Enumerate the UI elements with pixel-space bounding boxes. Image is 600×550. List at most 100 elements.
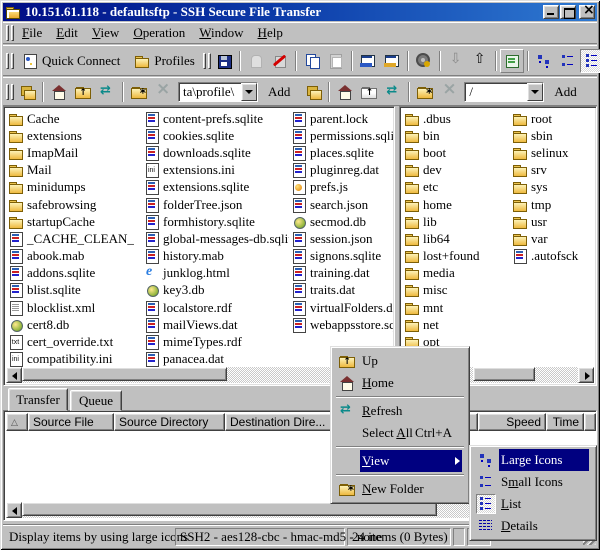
folder-item[interactable]: Mail (8, 162, 142, 179)
view-option-small-icons[interactable]: Small Icons (473, 471, 593, 493)
toolbar-grip[interactable] (11, 84, 14, 100)
context-menu-item-new-folder[interactable]: New Folder (334, 478, 466, 500)
remote-delete-button[interactable] (437, 80, 461, 104)
scrollbar-thumb[interactable] (22, 502, 437, 516)
file-item[interactable]: pluginreg.dat (291, 162, 393, 179)
toolbar-grip[interactable] (6, 25, 9, 41)
context-menu-item-refresh[interactable]: Refresh (334, 400, 466, 422)
remote-file-list[interactable]: .dbusbinbootdevetchomeliblib64lost+found… (399, 106, 597, 386)
chevron-down-icon[interactable] (241, 83, 257, 101)
tab-queue[interactable]: Queue (70, 390, 122, 411)
file-item[interactable]: places.sqlite (291, 144, 393, 161)
folder-item[interactable]: bin (404, 127, 510, 144)
file-item[interactable]: session.json (291, 230, 393, 247)
folder-item[interactable]: media (404, 265, 510, 282)
title-bar[interactable]: 10.151.61.118 - defaultsftp - SSH Secure… (3, 3, 597, 21)
folder-item[interactable]: misc (404, 282, 510, 299)
folder-item[interactable]: boot (404, 144, 510, 161)
column-header-sort[interactable]: △ (6, 413, 28, 431)
file-item[interactable]: key3.db (144, 282, 289, 299)
large-icons-view-button[interactable] (532, 49, 556, 73)
file-item[interactable]: formhistory.sqlite (144, 213, 289, 230)
file-item[interactable]: cert_override.txt (8, 333, 142, 350)
paste-button[interactable] (324, 49, 348, 73)
context-menu-item-select-all[interactable]: Select AllCtrl+A (334, 422, 466, 444)
file-item[interactable]: global-messages-db.sqlite (144, 230, 289, 247)
remote-new-folder-button[interactable] (413, 80, 437, 104)
menu-operation[interactable]: Operation (126, 24, 192, 42)
file-item[interactable]: content-prefs.sqlite (144, 110, 289, 127)
file-item[interactable]: junklog.html (144, 265, 289, 282)
context-menu-item-view[interactable]: View (334, 450, 466, 472)
maximize-button[interactable] (560, 5, 576, 19)
scroll-left-button[interactable] (6, 367, 22, 383)
copy-button[interactable] (300, 49, 324, 73)
column-header-time[interactable]: Time (546, 413, 584, 431)
file-item[interactable]: prefs.js (291, 179, 393, 196)
view-option-details[interactable]: Details (473, 515, 593, 537)
file-item[interactable]: panacea.dat (144, 351, 289, 368)
folder-item[interactable]: lib64 (404, 230, 510, 247)
remote-path-combobox[interactable]: / (464, 82, 544, 102)
folder-item[interactable]: dev (404, 162, 510, 179)
chevron-down-icon[interactable] (527, 83, 543, 101)
folder-item[interactable]: lib (404, 213, 510, 230)
file-item[interactable]: parent.lock (291, 110, 393, 127)
scrollbar-track[interactable] (22, 367, 376, 383)
local-change-directory-button[interactable] (15, 80, 39, 104)
folder-item[interactable]: usr (512, 213, 594, 230)
folder-item[interactable]: extensions (8, 127, 142, 144)
file-item[interactable]: secmod.db (291, 213, 393, 230)
folder-item[interactable]: ImapMail (8, 144, 142, 161)
column-header-blank-7[interactable] (584, 413, 596, 431)
save-button[interactable] (212, 49, 236, 73)
file-item[interactable]: search.json (291, 196, 393, 213)
file-item[interactable]: compatibility.ini (8, 351, 142, 368)
new-window-button[interactable] (500, 49, 524, 73)
file-item[interactable]: permissions.sqlite (291, 127, 393, 144)
file-item[interactable]: blocklist.xml (8, 299, 142, 316)
scrollbar-thumb[interactable] (473, 367, 535, 381)
file-item[interactable]: extensions.ini (144, 162, 289, 179)
list-view-button[interactable] (580, 49, 600, 73)
folder-item[interactable]: net (404, 316, 510, 333)
settings-button[interactable] (412, 49, 436, 73)
local-delete-button[interactable] (151, 80, 175, 104)
remote-change-directory-button[interactable] (301, 80, 325, 104)
file-item[interactable]: folderTree.json (144, 196, 289, 213)
column-header-source-file[interactable]: Source File (28, 413, 114, 431)
column-header-speed[interactable]: Speed (478, 413, 546, 431)
abort-button[interactable] (268, 49, 292, 73)
file-item[interactable]: cert8.db (8, 316, 142, 333)
file-item[interactable]: addons.sqlite (8, 265, 142, 282)
scroll-left-button[interactable] (6, 502, 22, 518)
folder-item[interactable]: srv (512, 162, 594, 179)
menu-window[interactable]: Window (192, 24, 250, 42)
file-item[interactable]: history.mab (144, 248, 289, 265)
folder-item[interactable]: etc (404, 179, 510, 196)
file-item[interactable]: virtualFolders.da (291, 299, 393, 316)
remote-up-button[interactable] (357, 80, 381, 104)
folder-item[interactable]: .dbus (404, 110, 510, 127)
scrollbar-thumb[interactable] (22, 367, 227, 381)
local-add-button[interactable]: Add (261, 80, 297, 104)
folder-item[interactable]: root (512, 110, 594, 127)
minimize-button[interactable] (543, 5, 559, 19)
folder-item[interactable]: home (404, 196, 510, 213)
remote-refresh-button[interactable] (381, 80, 405, 104)
menu-edit[interactable]: Edit (49, 24, 85, 42)
toolbar-grip[interactable] (11, 25, 14, 41)
toolbar-grip[interactable] (6, 84, 9, 100)
folder-item[interactable]: sbin (512, 127, 594, 144)
folder-item[interactable]: startupCache (8, 213, 142, 230)
toolbar-grip[interactable] (6, 53, 9, 69)
new-file-transfer-window-button[interactable] (380, 49, 404, 73)
upload-button[interactable] (468, 49, 492, 73)
remote-add-button[interactable]: Add (547, 80, 583, 104)
folder-item[interactable]: safebrowsing (8, 196, 142, 213)
new-terminal-window-button[interactable] (356, 49, 380, 73)
local-up-button[interactable] (71, 80, 95, 104)
toolbar-grip[interactable] (208, 53, 211, 69)
file-item[interactable]: mimeTypes.rdf (144, 333, 289, 350)
file-item[interactable]: webappsstore.sql (291, 316, 393, 333)
